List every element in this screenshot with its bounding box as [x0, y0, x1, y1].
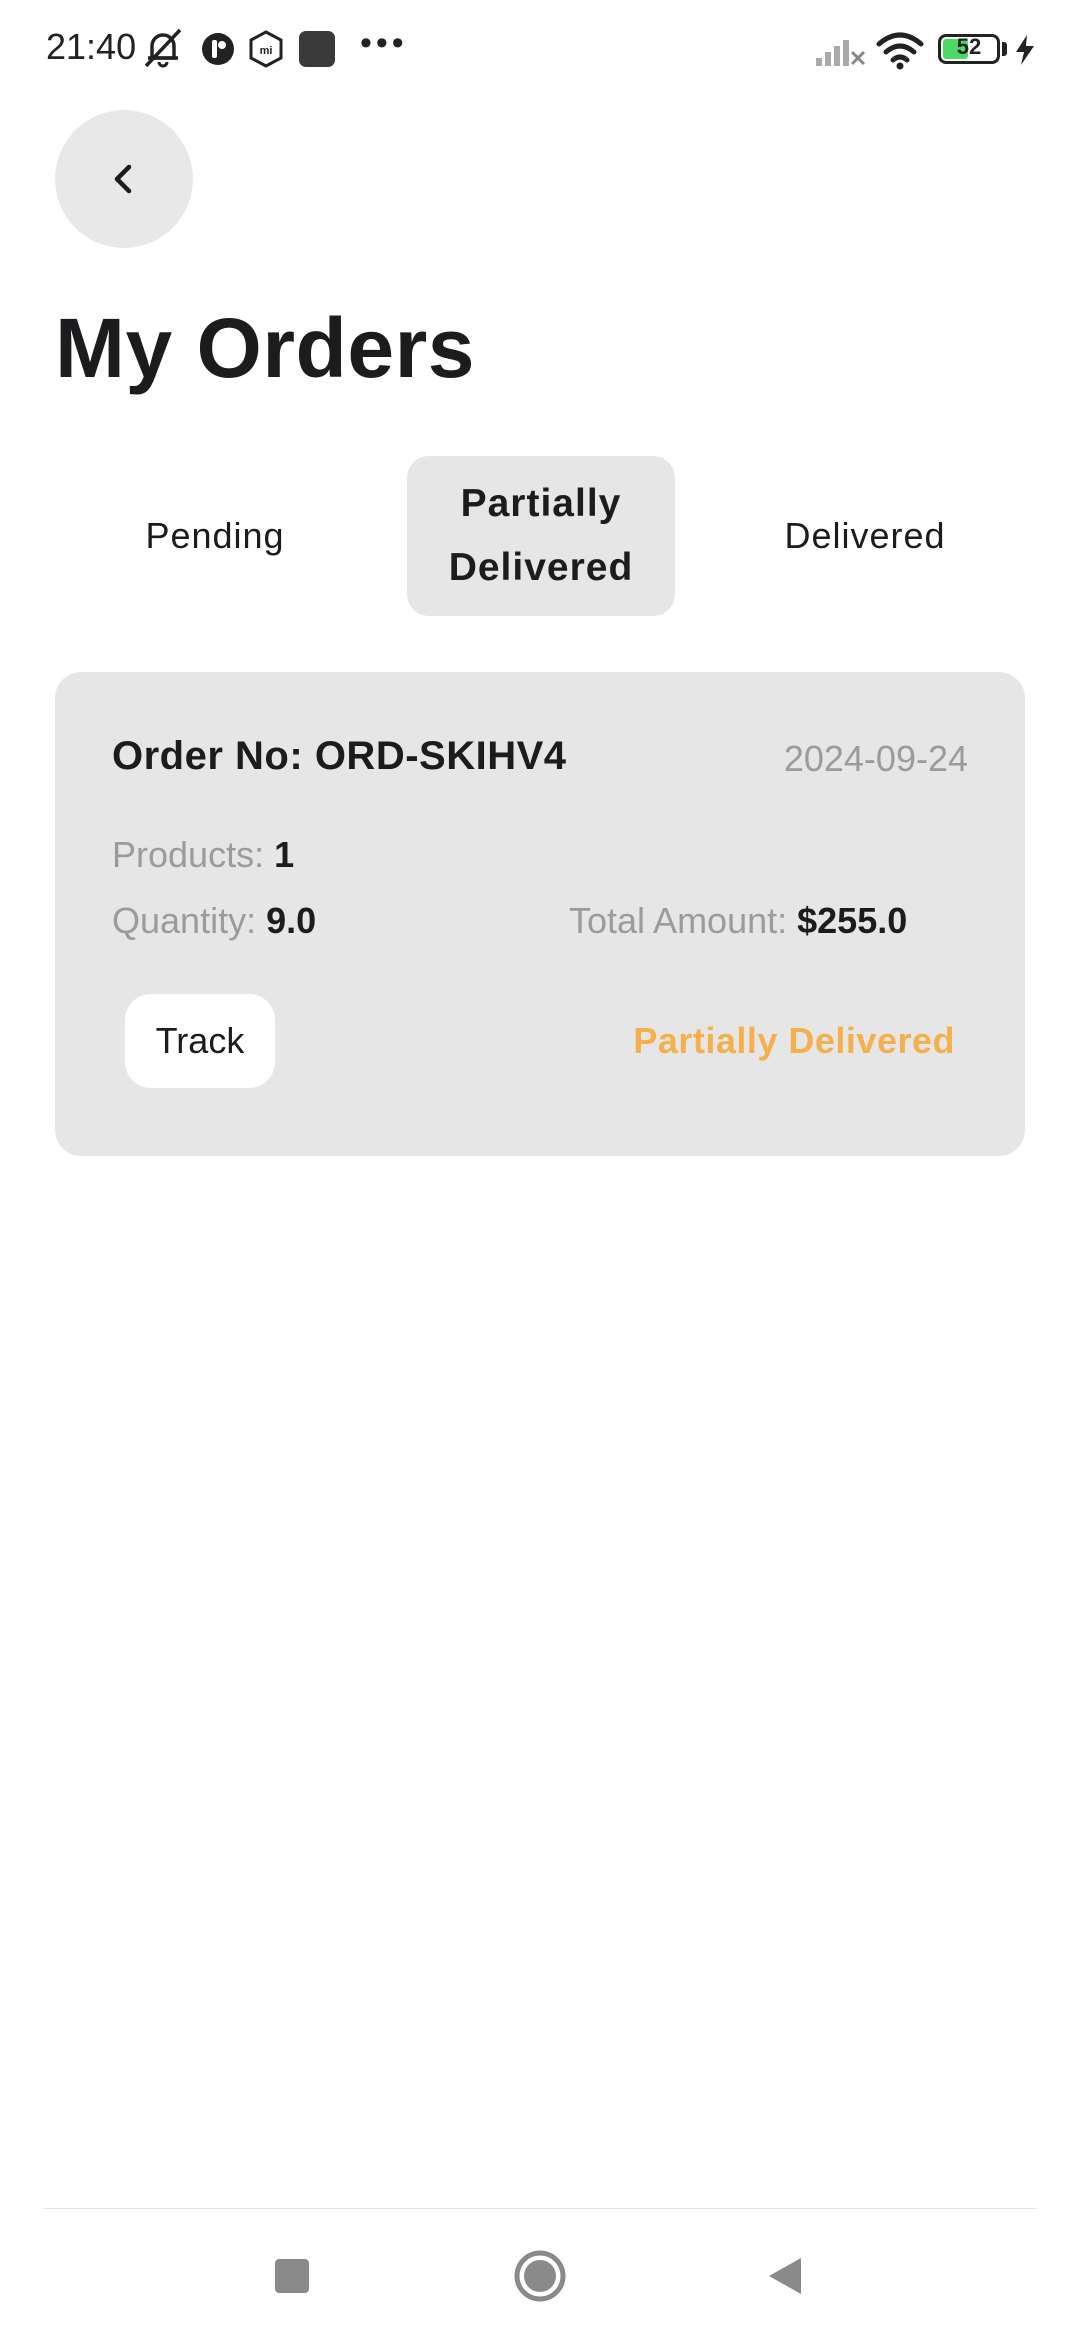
home-button[interactable] — [490, 2240, 590, 2312]
products-count: Products: 1 — [112, 834, 294, 876]
battery-icon: 52 — [938, 34, 1000, 64]
muted-bell-icon — [144, 28, 182, 68]
order-date: 2024-09-24 — [783, 738, 968, 779]
system-back-button[interactable] — [734, 2240, 834, 2312]
tab-label: Partially Delivered — [448, 482, 634, 589]
status-bar: 21:40 mi ••• 52 — [0, 0, 1080, 96]
back-icon — [769, 2258, 801, 2294]
order-number-label: Order No: — [112, 734, 304, 778]
tab-partially-delivered[interactable]: Partially Delivered — [407, 456, 675, 616]
total-amount-value: $255.0 — [797, 900, 908, 941]
battery-level-text: 52 — [956, 34, 982, 59]
tab-delivered[interactable]: Delivered — [705, 456, 1025, 616]
products-label: Products: — [112, 834, 265, 875]
status-time: 21:40 — [46, 26, 137, 67]
mi-app-icon: mi — [249, 30, 283, 68]
order-number: Order No: ORD-SKIHV4 — [112, 734, 567, 779]
quantity: Quantity: 9.0 — [112, 900, 316, 942]
tab-label: Pending — [145, 515, 285, 556]
tab-pending[interactable]: Pending — [55, 456, 375, 616]
svg-text:mi: mi — [260, 45, 273, 57]
wifi-icon — [876, 32, 924, 70]
order-card[interactable]: Order No: ORD-SKIHV4 2024-09-24 Products… — [55, 672, 1025, 1156]
chevron-left-icon — [114, 164, 132, 194]
order-status-label: Partially Delivered — [633, 1020, 955, 1061]
quantity-label: Quantity: — [112, 900, 257, 941]
home-icon — [514, 2250, 566, 2302]
more-notifications-icon: ••• — [360, 24, 408, 62]
recent-apps-button[interactable] — [242, 2240, 342, 2312]
tab-label: Delivered — [784, 515, 946, 556]
screen: 21:40 mi ••• 52 My Orders Pending Partia… — [0, 0, 1080, 2340]
page-title: My Orders — [55, 301, 475, 395]
app-square-icon — [299, 31, 335, 67]
track-button[interactable]: Track — [125, 994, 275, 1088]
nav-bar-divider — [44, 2208, 1036, 2209]
battery-nub — [1002, 42, 1007, 56]
order-number-value: ORD-SKIHV4 — [314, 734, 567, 778]
products-value: 1 — [274, 834, 295, 875]
total-amount-label: Total Amount: — [569, 900, 788, 941]
charging-icon — [1016, 35, 1034, 65]
quantity-value: 9.0 — [266, 900, 317, 941]
total-amount: Total Amount: $255.0 — [569, 900, 907, 942]
order-status-tabs: Pending Partially Delivered Delivered — [55, 456, 1025, 616]
app-notification-icon — [202, 33, 234, 65]
signal-icon — [816, 40, 866, 66]
recent-apps-icon — [275, 2259, 309, 2293]
back-button[interactable] — [55, 110, 193, 248]
